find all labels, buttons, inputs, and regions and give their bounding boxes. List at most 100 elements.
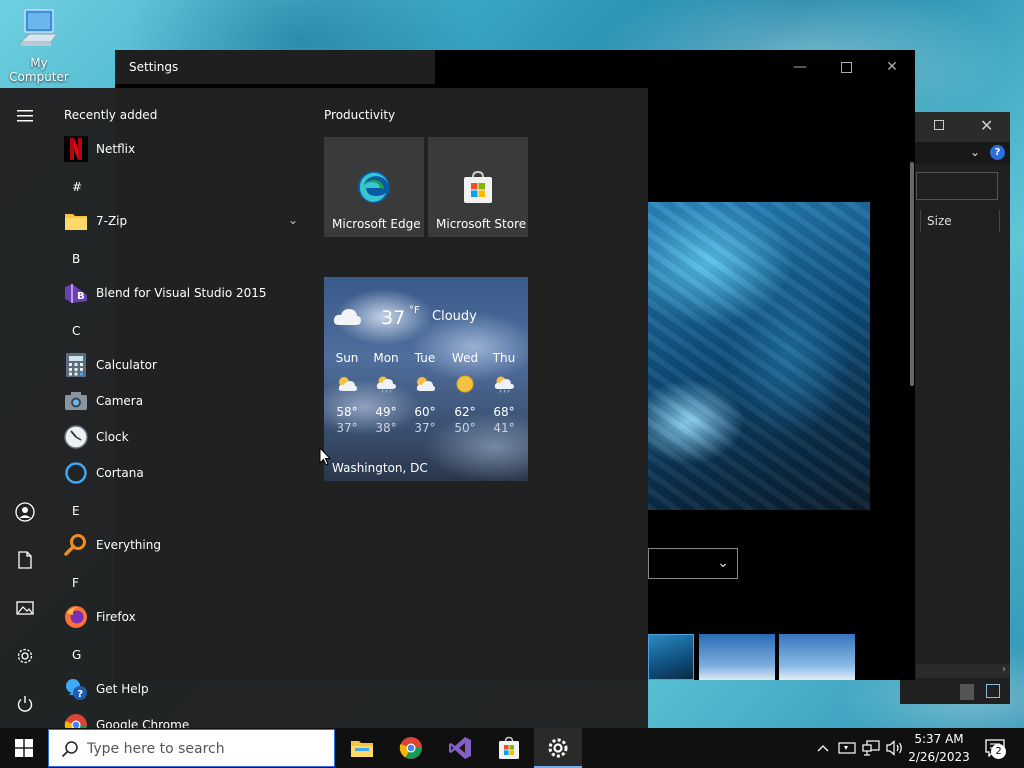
close-icon[interactable]: ✕	[980, 116, 993, 135]
app-item-blend[interactable]: B Blend for Visual Studio 2015	[50, 275, 308, 311]
power-icon[interactable]	[13, 692, 37, 716]
taskbar-chrome[interactable]	[387, 728, 435, 768]
taskbar: 5:37 AM 2/26/2023 2	[0, 728, 1024, 768]
letter-header[interactable]: E	[72, 504, 80, 518]
store-icon	[499, 736, 519, 759]
chevron-right-icon[interactable]: ›	[1002, 664, 1006, 675]
letter-header[interactable]: C	[72, 324, 80, 338]
mouse-cursor-icon	[319, 447, 331, 466]
start-button[interactable]	[0, 728, 48, 768]
explorer-ribbon: ⌄ ?	[900, 142, 1010, 164]
help-icon[interactable]: ?	[990, 145, 1005, 160]
letter-header[interactable]: #	[72, 180, 82, 194]
settings-titlebar: Settings — ✕	[115, 50, 915, 84]
app-item-camera[interactable]: Camera	[50, 383, 308, 419]
start-menu: Recently added Netflix # 7-Zip ⌄ B B Ble…	[0, 88, 648, 728]
app-item-clock[interactable]: Clock	[50, 419, 308, 455]
minimize-button[interactable]: —	[777, 56, 823, 78]
forecast-day: Mon	[373, 351, 399, 365]
forecast-day: Sun	[335, 351, 359, 365]
background-explorer-window[interactable]: ✕ ⌄ ? Size ›	[900, 112, 1010, 704]
forecast-low: 38°	[375, 421, 397, 435]
tile-label: Microsoft Edge	[332, 217, 421, 231]
forecast-low: 41°	[493, 421, 515, 435]
explorer-search-input[interactable]	[916, 172, 998, 200]
taskbar-clock[interactable]: 5:37 AM 2/26/2023	[903, 730, 975, 766]
visual-studio-icon	[449, 737, 471, 759]
app-item-get-help[interactable]: ? Get Help	[50, 671, 308, 707]
cloudy-icon	[333, 309, 361, 325]
settings-gear-icon[interactable]	[13, 644, 37, 668]
tray-device-icon[interactable]	[836, 728, 858, 768]
app-item-calculator[interactable]: Calculator	[50, 347, 308, 383]
cloudy-rain-icon	[366, 375, 406, 393]
pictures-icon[interactable]	[13, 596, 37, 620]
details-view-icon[interactable]	[960, 684, 974, 700]
forecast-day: Tue	[414, 351, 436, 365]
tray-network-icon[interactable]	[860, 728, 882, 768]
tile-group-header[interactable]: Productivity	[324, 108, 395, 122]
explorer-titlebar: ✕	[900, 112, 1010, 142]
tile-microsoft-store[interactable]: Microsoft Store	[428, 137, 528, 237]
letter-header[interactable]: B	[72, 252, 80, 266]
maximize-icon[interactable]	[934, 120, 944, 130]
everything-icon	[63, 532, 89, 558]
clock-icon	[63, 424, 89, 450]
network-icon	[862, 740, 880, 756]
horizontal-scrollbar[interactable]: ›	[916, 664, 1010, 678]
close-button[interactable]: ✕	[869, 56, 915, 78]
app-name: Everything	[96, 538, 161, 552]
vertical-scrollbar[interactable]	[910, 162, 914, 386]
letter-header[interactable]: G	[72, 648, 81, 662]
weather-location: Washington, DC	[332, 461, 428, 475]
taskbar-visual-studio[interactable]	[436, 728, 484, 768]
column-header-size[interactable]: Size	[920, 210, 1000, 232]
temperature-unit: °F	[409, 305, 420, 316]
background-type-dropdown[interactable]: ⌄	[648, 548, 738, 579]
taskbar-settings[interactable]	[534, 728, 582, 768]
app-item-netflix[interactable]: Netflix	[50, 131, 308, 167]
app-item-everything[interactable]: Everything	[50, 527, 308, 563]
app-item-google-chrome[interactable]: Google Chrome	[50, 707, 308, 728]
documents-icon[interactable]	[13, 548, 37, 572]
desktop-icon-my-computer[interactable]: My Computer	[0, 8, 78, 84]
chevron-down-icon[interactable]: ⌄	[970, 145, 980, 159]
sunny-icon	[445, 375, 485, 393]
svg-text:B: B	[77, 291, 85, 302]
volume-icon	[886, 740, 902, 756]
app-item-7zip[interactable]: 7-Zip ⌄	[50, 203, 308, 239]
tiles-area: Productivity Microsoft Edge Microsoft St…	[324, 88, 648, 728]
chevron-up-icon	[817, 745, 829, 752]
search-icon	[61, 741, 78, 758]
background-preview-image	[648, 202, 870, 510]
app-item-cortana[interactable]: Cortana	[50, 455, 308, 491]
app-item-firefox[interactable]: Firefox	[50, 599, 308, 635]
user-account-icon[interactable]	[13, 500, 37, 524]
app-name: Blend for Visual Studio 2015	[96, 286, 267, 300]
forecast-high: 60°	[414, 405, 436, 419]
tile-label: Microsoft Store	[436, 217, 527, 231]
maximize-button[interactable]	[823, 56, 869, 78]
folder-icon	[63, 208, 89, 234]
tile-microsoft-edge[interactable]: Microsoft Edge	[324, 137, 424, 237]
picture-thumbnail[interactable]	[779, 634, 855, 680]
taskbar-microsoft-store[interactable]	[485, 728, 533, 768]
app-name: Google Chrome	[96, 718, 190, 728]
partly-cloudy-icon	[405, 375, 445, 393]
firefox-icon	[63, 604, 89, 630]
edge-icon	[358, 171, 390, 203]
taskbar-search-box[interactable]	[48, 729, 335, 767]
maximize-icon	[840, 61, 852, 73]
search-input[interactable]	[87, 738, 327, 760]
letter-header[interactable]: F	[72, 576, 79, 590]
taskbar-file-explorer[interactable]	[338, 728, 386, 768]
svg-text:?: ?	[77, 689, 83, 700]
show-hidden-icons-button[interactable]	[812, 728, 834, 768]
picture-thumbnail[interactable]	[648, 634, 694, 680]
chevron-down-icon[interactable]: ⌄	[288, 213, 298, 227]
tiles-view-icon[interactable]	[986, 684, 1000, 698]
picture-thumbnail[interactable]	[699, 634, 775, 680]
forecast-low: 37°	[336, 421, 358, 435]
tile-weather[interactable]: 37 °F Cloudy Sun Mon Tue Wed Thu 58° 49°…	[324, 277, 528, 481]
hamburger-menu-icon[interactable]	[13, 104, 37, 128]
